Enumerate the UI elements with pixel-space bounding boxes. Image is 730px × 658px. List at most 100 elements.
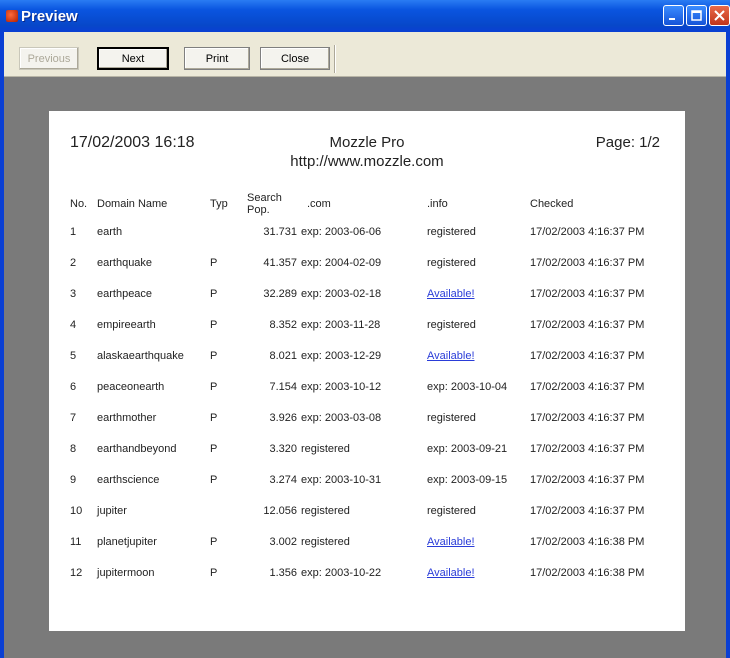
checked-time: 17/02/2003 4:16:37 PM [530,442,645,455]
info-status: registered [427,318,476,331]
column-header-search-pop: Search Pop. [247,192,282,216]
report-url: http://www.mozzle.com [290,153,444,170]
search-popularity: 7.154 [269,380,297,393]
table-row: 1 earth 31.731 exp: 2003-06-06 registered 17/… [70,216,670,247]
info-status[interactable]: Available! [427,350,475,362]
close-icon[interactable] [709,5,730,26]
table-row: 7 earthmother P 3.926 exp: 2003-03-08 registe… [70,402,670,433]
domain-name: earth [97,225,123,238]
title-bar[interactable]: Preview [0,0,730,32]
com-status: exp: 2003-12-29 [301,349,382,362]
domain-name: planetjupiter [97,535,157,548]
info-status[interactable]: Available! [427,536,475,548]
report-page: 17/02/2003 16:18 Mozzle Pro http://www.m… [49,111,685,631]
com-status: registered [301,442,350,455]
domain-type: P [210,411,218,424]
next-button[interactable]: Next [97,47,169,70]
preview-window: Preview Previous Next Print Close 17/02/… [0,0,730,658]
search-popularity: 3.320 [269,442,297,455]
domain-type: P [210,318,218,331]
checked-time: 17/02/2003 4:16:37 PM [530,380,645,393]
info-status[interactable]: Available! [427,288,475,300]
search-popularity: 41.357 [263,256,297,269]
row-number: 9 [70,473,77,486]
row-number: 12 [70,566,83,579]
domain-name: jupitermoon [97,566,155,579]
table-header-row: No. Domain Name Typ Search Pop. .com .in… [70,192,670,216]
com-status: registered [301,504,350,517]
table-row: 6 peaceonearth P 7.154 exp: 2003-10-12 exp: 2… [70,371,670,402]
domain-type: P [210,473,218,486]
table-row: 3 earthpeace P 32.289 exp: 2003-02-18 Availab… [70,278,670,309]
search-popularity: 8.352 [269,318,297,331]
domain-type: P [210,442,218,455]
domain-name: empireearth [97,318,156,331]
search-popularity: 8.021 [269,349,297,362]
com-status: exp: 2003-10-22 [301,566,382,579]
checked-time: 17/02/2003 4:16:38 PM [530,535,645,548]
info-status: exp: 2003-09-21 [427,442,508,455]
domain-name: earthmother [97,411,157,424]
window-controls [663,5,730,26]
domain-type: P [210,380,218,393]
search-popularity: 1.356 [269,566,297,579]
row-number: 3 [70,287,77,300]
table-row: 9 earthscience P 3.274 exp: 2003-10-31 exp: 2… [70,464,670,495]
row-number: 6 [70,380,77,393]
app-icon [6,10,18,22]
column-header-no: No. [70,198,88,210]
domain-type: P [210,349,218,362]
com-status: exp: 2003-06-06 [301,225,382,238]
com-status: exp: 2003-02-18 [301,287,382,300]
checked-time: 17/02/2003 4:16:37 PM [530,256,645,269]
row-number: 4 [70,318,77,331]
row-number: 2 [70,256,77,269]
info-status: registered [427,225,476,238]
close-button[interactable]: Close [260,47,330,70]
domain-name: earthpeace [97,287,153,300]
checked-time: 17/02/2003 4:16:37 PM [530,318,645,331]
row-number: 1 [70,225,77,238]
checked-time: 17/02/2003 4:16:37 PM [530,225,645,238]
info-status: registered [427,504,476,517]
com-status: registered [301,535,350,548]
row-number: 5 [70,349,77,362]
row-number: 7 [70,411,77,424]
checked-time: 17/02/2003 4:16:37 PM [530,411,645,424]
row-number: 8 [70,442,77,455]
previous-button[interactable]: Previous [19,47,79,70]
page-number: Page: 1/2 [595,134,660,151]
toolbar-separator [334,45,335,73]
table-body: 1 earth 31.731 exp: 2003-06-06 registered 17/… [70,216,670,588]
domain-name: earthquake [97,256,153,269]
search-popularity: 12.056 [263,504,297,517]
domain-name: peaceonearth [97,380,165,393]
info-status: exp: 2003-10-04 [427,380,508,393]
com-status: exp: 2003-10-31 [301,473,382,486]
info-status: registered [427,256,476,269]
table-row: 4 empireearth P 8.352 exp: 2003-11-28 registe… [70,309,670,340]
domain-name: alaskaearthquake [97,349,184,362]
checked-time: 17/02/2003 4:16:37 PM [530,504,645,517]
results-table: No. Domain Name Typ Search Pop. .com .in… [70,192,670,588]
column-header-domain: Domain Name [97,198,168,210]
checked-time: 17/02/2003 4:16:37 PM [530,349,645,362]
info-status: registered [427,411,476,424]
toolbar: Previous Next Print Close [4,32,726,77]
row-number: 10 [70,504,83,517]
column-header-typ: Typ [210,198,228,210]
table-row: 11 planetjupiter P 3.002 registered Available… [70,526,670,557]
com-status: exp: 2004-02-09 [301,256,382,269]
search-popularity: 3.926 [269,411,297,424]
info-status[interactable]: Available! [427,567,475,579]
report-title: Mozzle Pro [329,134,405,151]
domain-name: earthandbeyond [97,442,177,455]
minimize-icon[interactable] [663,5,684,26]
print-button[interactable]: Print [184,47,250,70]
column-header-info: .info [427,198,448,210]
table-row: 2 earthquake P 41.357 exp: 2004-02-09 registe… [70,247,670,278]
checked-time: 17/02/2003 4:16:38 PM [530,566,645,579]
maximize-icon[interactable] [686,5,707,26]
domain-name: earthscience [97,473,160,486]
search-popularity: 32.289 [263,287,297,300]
